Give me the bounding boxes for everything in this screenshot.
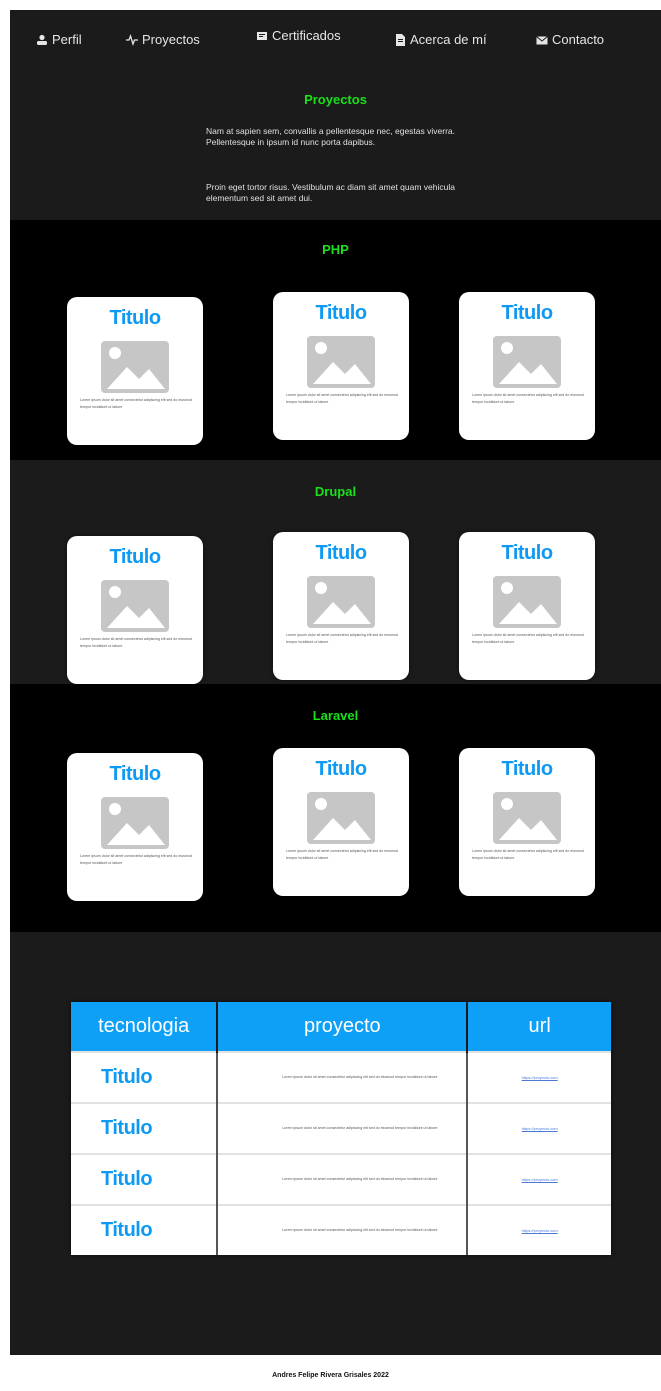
row-technology: Titulo [71,1204,219,1255]
image-placeholder-icon [493,576,561,628]
nav-item-proyectos[interactable]: Proyectos [126,32,200,47]
certificate-icon [257,31,267,40]
card-title: Titulo [315,758,367,780]
row-description: Lorem ipsum dolor sit amet consectetur a… [217,1204,469,1255]
card-title: Titulo [315,542,367,564]
table-header-row: tecnologia proyecto url [71,1002,611,1052]
nav-item-certificados[interactable]: Certificados [256,28,341,43]
section-title: PHP [322,242,349,257]
card-title: Titulo [501,758,553,780]
row-url-link[interactable]: https://proyecto.com [467,1102,611,1154]
footer-credit: Andres Felipe Rivera Grisales 2022 [272,1372,389,1379]
nav-label-perfil: Perfil [52,32,82,47]
card-title: Titulo [109,763,161,785]
project-card[interactable]: Titulo Lorem ipsum dolor sit amet consec… [273,292,409,440]
row-description: Lorem ipsum dolor sit amet consectetur a… [217,1102,469,1154]
table-row: Titulo Lorem ipsum dolor sit amet consec… [71,1204,611,1255]
project-card[interactable]: Titulo Lorem ipsum dolor sit amet consec… [67,297,203,445]
row-url-link[interactable]: https://proyecto.com [467,1204,611,1255]
nav-item-perfil[interactable]: Perfil [36,32,82,47]
image-placeholder-icon [101,797,169,849]
image-placeholder-icon [101,341,169,393]
card-title: Titulo [109,546,161,568]
document-icon [396,33,405,46]
card-description: Lorem ipsum dolor sit amet consectetur a… [286,849,398,860]
projects-table: tecnologia proyecto url Titulo Lorem ips… [71,1002,611,1255]
project-card[interactable]: Titulo Lorem ipsum dolor sit amet consec… [459,292,595,440]
card-description: Lorem ipsum dolor sit amet consectetur a… [472,849,584,860]
image-placeholder-icon [493,336,561,388]
card-description: Lorem ipsum dolor sit amet consectetur a… [80,854,192,865]
section-php: PHP Titulo Lorem ipsum dolor sit amet co… [10,220,661,460]
image-placeholder-icon [307,576,375,628]
card-description: Lorem ipsum dolor sit amet consectetur a… [472,393,584,404]
intro-paragraph-1: Nam at sapien sem, convallis a pellentes… [206,126,455,147]
nav-label-acerca: Acerca de mí [410,32,487,47]
nav-label-proyectos: Proyectos [142,32,200,47]
row-technology: Titulo [71,1153,219,1205]
project-card[interactable]: Titulo Lorem ipsum dolor sit amet consec… [67,753,203,901]
project-card[interactable]: Titulo Lorem ipsum dolor sit amet consec… [459,532,595,680]
image-placeholder-icon [307,336,375,388]
section-title: Drupal [314,484,357,499]
section-laravel: Laravel Titulo Lorem ipsum dolor sit ame… [10,684,661,932]
section-drupal: Drupal Titulo Lorem ipsum dolor sit amet… [10,460,661,684]
row-description: Lorem ipsum dolor sit amet consectetur a… [217,1051,469,1103]
mail-icon [536,35,548,44]
nav-item-acerca[interactable]: Acerca de mí [394,32,487,47]
nav-label-certificados: Certificados [272,28,341,43]
column-header-url: url [467,1002,611,1052]
card-description: Lorem ipsum dolor sit amet consectetur a… [80,398,192,409]
nav-label-contacto: Contacto [552,32,605,47]
table-row: Titulo Lorem ipsum dolor sit amet consec… [71,1102,611,1154]
image-placeholder-icon [493,792,561,844]
card-description: Lorem ipsum dolor sit amet consectetur a… [286,393,398,404]
card-title: Titulo [109,307,161,329]
image-placeholder-icon [307,792,375,844]
user-icon [37,34,47,45]
project-card[interactable]: Titulo Lorem ipsum dolor sit amet consec… [273,748,409,896]
pulse-icon [126,33,138,46]
column-header-proyecto: proyecto [217,1002,469,1052]
page-container: Perfil Proyectos Certificados Acerca de … [10,10,661,1355]
card-description: Lorem ipsum dolor sit amet consectetur a… [472,633,584,644]
card-description: Lorem ipsum dolor sit amet consectetur a… [80,637,192,648]
intro-paragraph-2: Proin eget tortor risus. Vestibulum ac d… [206,182,455,203]
table-row: Titulo Lorem ipsum dolor sit amet consec… [71,1051,611,1103]
column-header-tecnologia: tecnologia [71,1002,219,1052]
image-placeholder-icon [101,580,169,632]
intro-title: Proyectos [304,92,367,107]
project-card[interactable]: Titulo Lorem ipsum dolor sit amet consec… [459,748,595,896]
nav-item-contacto[interactable]: Contacto [536,32,604,47]
project-card[interactable]: Titulo Lorem ipsum dolor sit amet consec… [67,536,203,684]
row-url-link[interactable]: https://proyecto.com [467,1051,611,1103]
table-row: Titulo Lorem ipsum dolor sit amet consec… [71,1153,611,1205]
row-url-link[interactable]: https://proyecto.com [467,1153,611,1205]
row-description: Lorem ipsum dolor sit amet consectetur a… [217,1153,469,1205]
card-title: Titulo [315,302,367,324]
row-technology: Titulo [71,1102,219,1154]
row-technology: Titulo [71,1051,219,1103]
section-title: Laravel [312,708,359,723]
card-description: Lorem ipsum dolor sit amet consectetur a… [286,633,398,644]
project-card[interactable]: Titulo Lorem ipsum dolor sit amet consec… [273,532,409,680]
card-title: Titulo [501,542,553,564]
top-navbar: Perfil Proyectos Certificados Acerca de … [10,28,661,62]
card-title: Titulo [501,302,553,324]
